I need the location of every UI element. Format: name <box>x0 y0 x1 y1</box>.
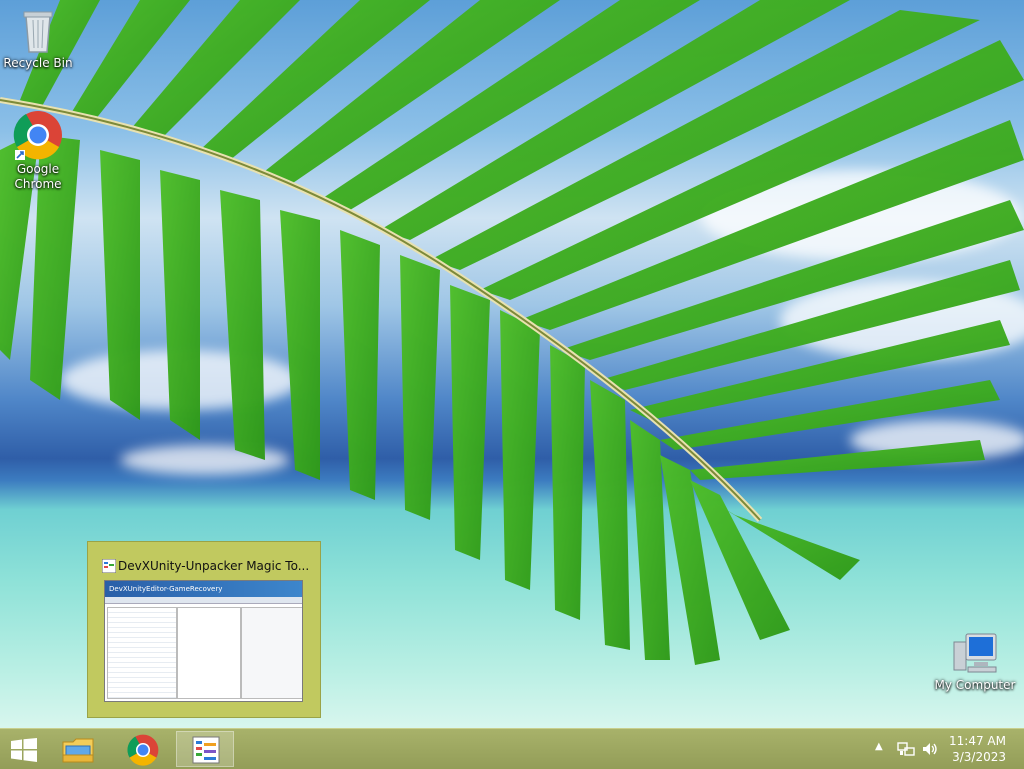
file-explorer-icon <box>62 738 94 763</box>
app-icon <box>102 559 116 573</box>
thumbnail-banner: DevXUnityEditor-GameRecovery <box>105 581 302 597</box>
recycle-bin-label: Recycle Bin <box>3 56 73 70</box>
google-chrome-icon <box>13 111 62 160</box>
google-chrome-shortcut[interactable]: Google Chrome <box>0 110 76 192</box>
taskbar-thumbnail-preview[interactable]: DevXUnity-Unpacker Magic To... DevXUnity… <box>87 541 321 718</box>
my-computer-shortcut[interactable]: My Computer <box>932 632 1018 693</box>
thumbnail-image: DevXUnityEditor-GameRecovery <box>104 580 303 702</box>
recycle-bin-shortcut[interactable]: Recycle Bin <box>0 6 76 71</box>
google-chrome-icon <box>127 734 159 766</box>
show-hidden-icons-chevron[interactable]: ▲ <box>875 741 883 752</box>
google-chrome-label: Google Chrome <box>14 162 62 191</box>
taskbar: ▲ 11:47 AM 3/3/2023 <box>0 728 1024 769</box>
volume-icon[interactable] <box>921 740 939 758</box>
recycle-bin-icon <box>23 11 53 53</box>
network-icon[interactable] <box>897 740 915 758</box>
google-chrome-taskbar-button[interactable] <box>117 731 169 767</box>
my-computer-label: My Computer <box>934 678 1016 692</box>
thumbnail-title: DevXUnity-Unpacker Magic To... <box>118 559 310 573</box>
windows-logo-icon <box>11 738 37 762</box>
devxunity-unpacker-taskbar-button[interactable] <box>176 731 234 767</box>
my-computer-icon <box>953 633 997 673</box>
system-clock[interactable]: 11:47 AM 3/3/2023 <box>949 733 1006 765</box>
start-button[interactable] <box>0 731 50 767</box>
clock-date: 3/3/2023 <box>952 750 1006 764</box>
file-explorer-button[interactable] <box>53 731 105 767</box>
devxunity-app-icon <box>192 736 220 764</box>
clock-time: 11:47 AM <box>949 734 1006 748</box>
desktop-background: Recycle Bin Google Chrome My Computer De… <box>0 0 1024 728</box>
